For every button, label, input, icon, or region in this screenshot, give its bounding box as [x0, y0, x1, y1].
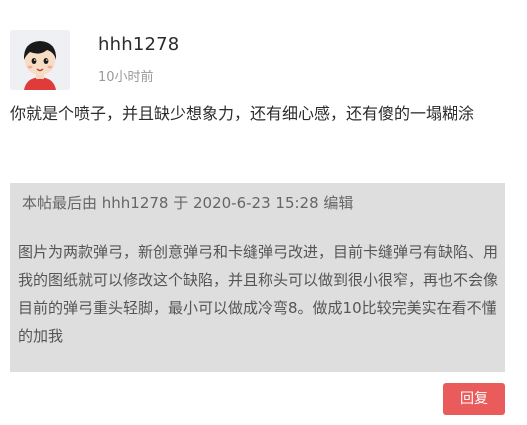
post-time: 10小时前	[98, 70, 154, 85]
post-card: hhh1278 10小时前 你就是个喷子，并且缺少想象力，还有细心感，还有傻的一…	[0, 0, 527, 425]
username[interactable]: hhh1278	[98, 34, 179, 55]
avatar[interactable]	[10, 30, 70, 90]
quoted-post: 本帖最后由 hhh1278 于 2020-6-23 15:28 编辑 图片为两款…	[10, 183, 505, 372]
cartoon-boy-avatar-icon	[10, 30, 70, 90]
post-content: 你就是个喷子，并且缺少想象力，还有细心感，还有傻的一塌糊涂	[10, 104, 475, 123]
edit-note: 本帖最后由 hhh1278 于 2020-6-23 15:28 编辑	[22, 194, 354, 212]
quote-body: 图片为两款弹弓，新创意弹弓和卡缝弹弓改进，目前卡缝弹弓有缺陷、用我的图纸就可以修…	[18, 243, 499, 345]
reply-button[interactable]: 回复	[443, 383, 505, 415]
